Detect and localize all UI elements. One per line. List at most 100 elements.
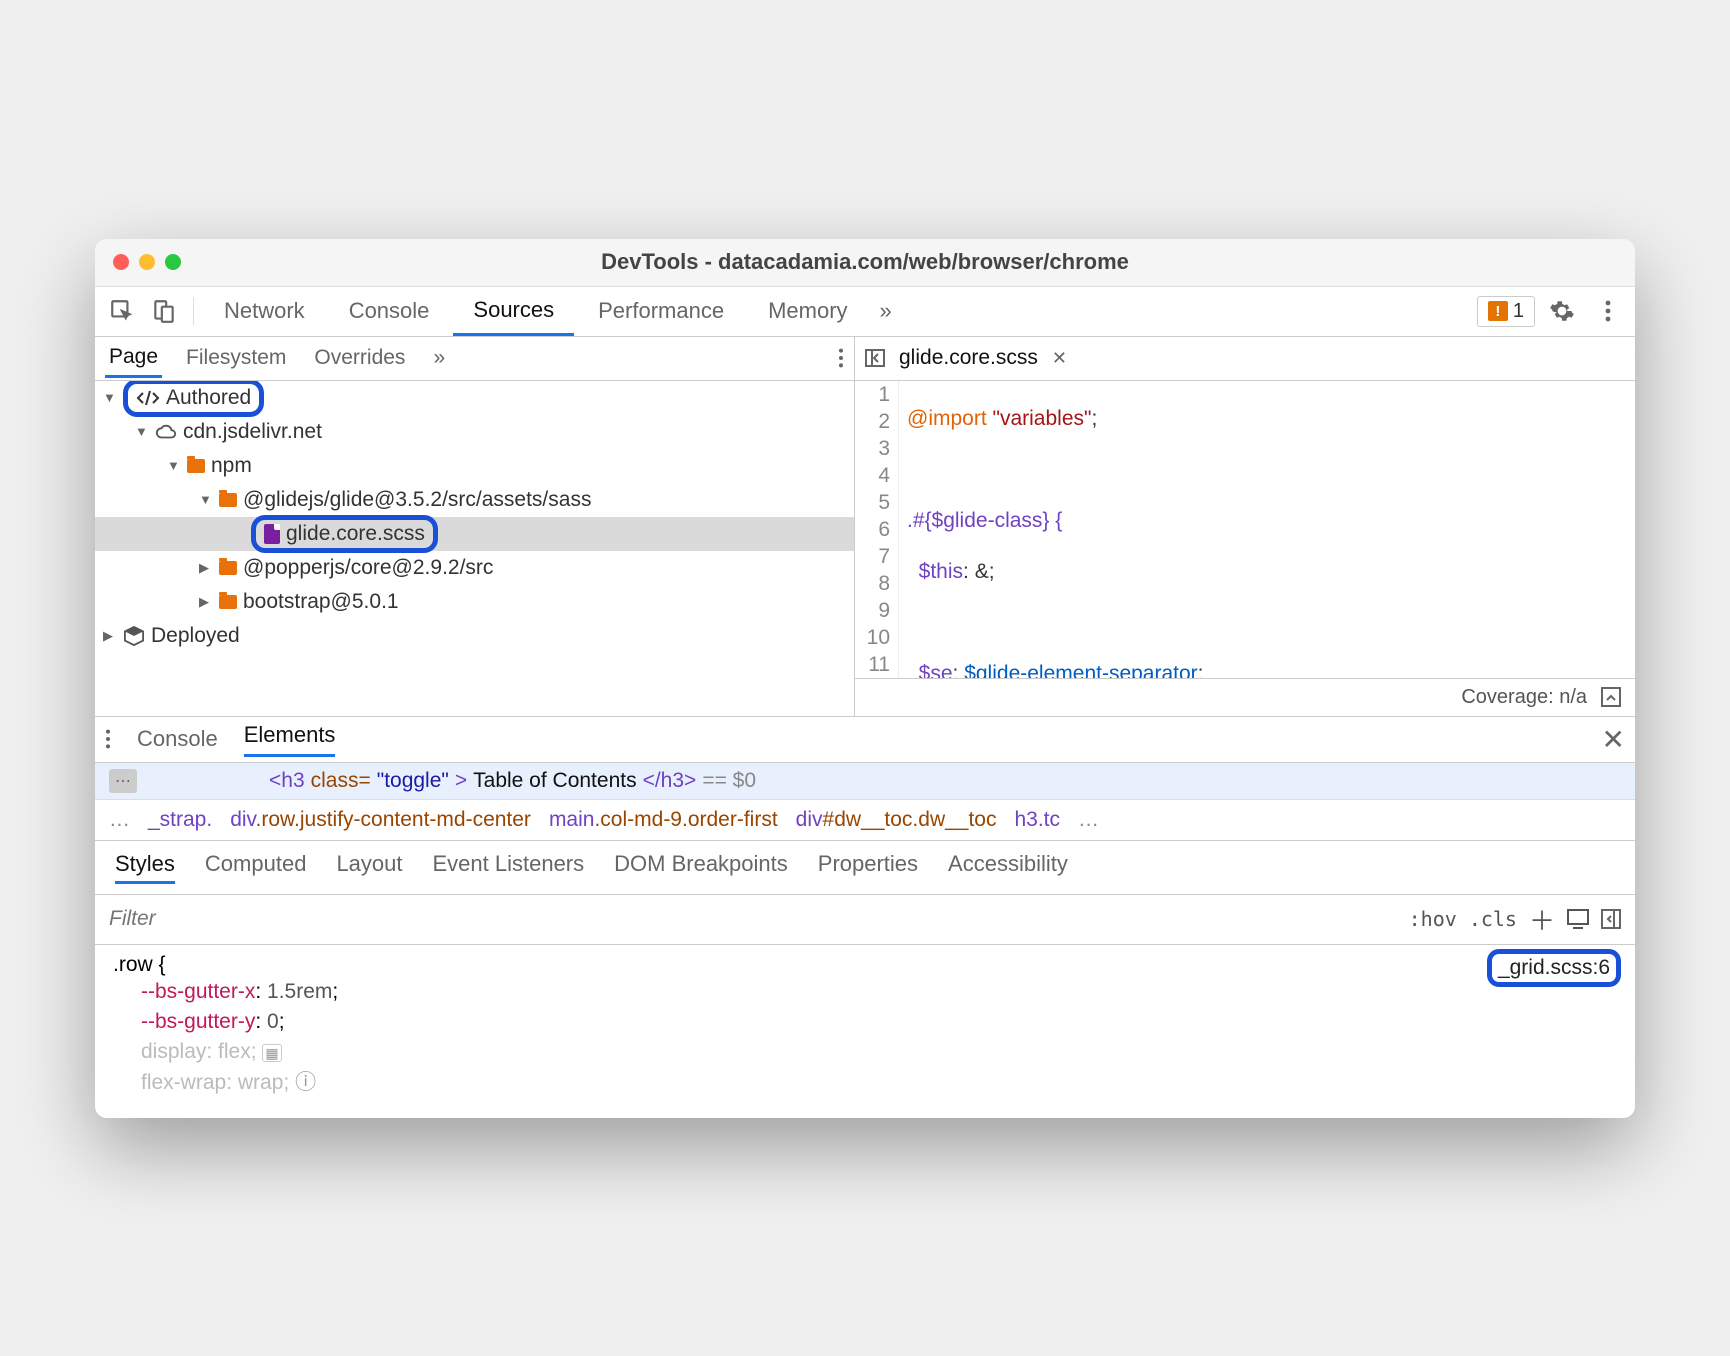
tab-memory[interactable]: Memory — [748, 288, 867, 334]
editor-tabs: glide.core.scss ✕ — [855, 337, 1635, 381]
crumb-main[interactable]: main.col-md-9.order-first — [549, 808, 778, 832]
glidecore-label: glide.core.scss — [286, 522, 425, 546]
authored-label: Authored — [166, 386, 251, 410]
file-tree: ▼ Authored ▼ cdn.jsdelivr.net ▼ npm — [95, 381, 854, 716]
editor-filename[interactable]: glide.core.scss — [899, 346, 1038, 370]
crumb-ellipsis[interactable]: … — [109, 808, 130, 832]
main-toolbar: Network Console Sources Performance Memo… — [95, 287, 1635, 337]
close-drawer-icon[interactable]: ✕ — [1602, 723, 1625, 756]
crumb-toc[interactable]: div#dw__toc.dw__toc — [796, 808, 997, 832]
issues-badge[interactable]: ! 1 — [1477, 296, 1535, 327]
collapsed-ancestors-icon[interactable]: ⋯ — [109, 769, 137, 793]
disclosure-triangle-icon[interactable]: ▼ — [103, 390, 117, 405]
window-title: DevTools - datacadamia.com/web/browser/c… — [95, 249, 1635, 275]
bootstrap-label: bootstrap@5.0.1 — [243, 590, 399, 614]
issues-count: 1 — [1513, 300, 1524, 323]
cube-icon — [123, 626, 145, 646]
minimize-window-button[interactable] — [139, 254, 155, 270]
tabs-overflow[interactable]: » — [872, 288, 900, 334]
tree-deployed[interactable]: ▶ Deployed — [95, 619, 854, 653]
breadcrumb: … _strap. div.row.justify-content-md-cen… — [95, 800, 1635, 841]
nav-tab-filesystem[interactable]: Filesystem — [182, 340, 290, 376]
titlebar: DevTools - datacadamia.com/web/browser/c… — [95, 239, 1635, 287]
styles-filter-row: :hov .cls ＋ — [95, 895, 1635, 945]
crumb-ellipsis-end[interactable]: … — [1078, 808, 1099, 832]
info-icon[interactable]: ⓘ — [295, 1071, 316, 1094]
line-gutter: 1234567891011 — [855, 381, 899, 678]
tab-sources[interactable]: Sources — [453, 287, 574, 336]
disclosure-triangle-icon[interactable]: ▼ — [135, 424, 149, 439]
code-editor[interactable]: 1234567891011 @import "variables"; .#{$g… — [855, 381, 1635, 678]
tree-bootstrap[interactable]: ▶ bootstrap@5.0.1 — [95, 585, 854, 619]
devtools-window: DevTools - datacadamia.com/web/browser/c… — [95, 239, 1635, 1118]
highlight-ring: Authored — [123, 381, 264, 417]
subtab-accessibility[interactable]: Accessibility — [948, 851, 1068, 884]
subtab-event-listeners[interactable]: Event Listeners — [433, 851, 585, 884]
crumb-strap[interactable]: _strap. — [148, 808, 212, 832]
tree-npm[interactable]: ▼ npm — [95, 449, 854, 483]
device-toggle-icon[interactable] — [145, 292, 183, 330]
nav-tabs-overflow[interactable]: » — [429, 340, 449, 376]
crumb-row[interactable]: div.row.justify-content-md-center — [230, 808, 531, 832]
code-content: @import "variables"; .#{$glide-class} { … — [899, 381, 1635, 678]
folder-icon — [219, 561, 237, 575]
subtab-computed[interactable]: Computed — [205, 851, 307, 884]
tree-popper[interactable]: ▶ @popperjs/core@2.9.2/src — [95, 551, 854, 585]
disclosure-triangle-icon[interactable]: ▼ — [167, 458, 181, 473]
navigator-tabs: Page Filesystem Overrides » — [95, 337, 854, 381]
subtab-layout[interactable]: Layout — [336, 851, 402, 884]
close-window-button[interactable] — [113, 254, 129, 270]
nav-tab-page[interactable]: Page — [105, 339, 162, 378]
styles-filter-input[interactable] — [109, 907, 1397, 931]
nav-tab-overrides[interactable]: Overrides — [310, 340, 409, 376]
hov-toggle[interactable]: :hov — [1409, 907, 1457, 931]
close-tab-icon[interactable]: ✕ — [1052, 348, 1067, 369]
show-navigator-icon[interactable] — [865, 349, 885, 367]
folder-icon — [219, 595, 237, 609]
zoom-window-button[interactable] — [165, 254, 181, 270]
new-rule-icon[interactable]: ＋ — [1529, 901, 1555, 938]
styles-subtabs: Styles Computed Layout Event Listeners D… — [95, 841, 1635, 895]
tab-performance[interactable]: Performance — [578, 288, 744, 334]
disclosure-triangle-icon[interactable]: ▶ — [199, 560, 213, 576]
drawer-tab-elements[interactable]: Elements — [244, 722, 336, 757]
toggle-sidebar-icon[interactable] — [1601, 909, 1621, 929]
expand-drawer-icon[interactable] — [1601, 687, 1621, 707]
subtab-properties[interactable]: Properties — [818, 851, 918, 884]
rule-selector: .row { — [113, 953, 1617, 977]
css-rule[interactable]: _grid.scss:6 .row { --bs-gutter-x: 1.5re… — [95, 945, 1635, 1098]
settings-gear-icon[interactable] — [1543, 292, 1581, 330]
popper-label: @popperjs/core@2.9.2/src — [243, 556, 493, 580]
drawer-tab-console[interactable]: Console — [137, 726, 218, 752]
dom-selected-node[interactable]: ⋯ <h3 class="toggle">Table of Contents</… — [95, 763, 1635, 800]
disclosure-triangle-icon[interactable]: ▶ — [199, 594, 213, 610]
navigator-pane: Page Filesystem Overrides » ▼ Authored ▼ — [95, 337, 855, 716]
tab-console[interactable]: Console — [329, 288, 450, 334]
coverage-bar: Coverage: n/a — [855, 678, 1635, 716]
subtab-dom-breakpoints[interactable]: DOM Breakpoints — [614, 851, 788, 884]
kebab-menu-icon[interactable] — [1589, 292, 1627, 330]
source-link[interactable]: _grid.scss:6 — [1487, 949, 1621, 987]
tree-cdn[interactable]: ▼ cdn.jsdelivr.net — [95, 415, 854, 449]
npm-label: npm — [211, 454, 252, 478]
tree-glidecore[interactable]: ▼ glide.core.scss — [95, 517, 854, 551]
drawer-kebab-icon[interactable] — [105, 728, 111, 750]
inspect-icon[interactable] — [103, 292, 141, 330]
code-icon — [136, 389, 160, 407]
cls-toggle[interactable]: .cls — [1469, 907, 1517, 931]
tab-network[interactable]: Network — [204, 288, 325, 334]
disclosure-triangle-icon[interactable]: ▼ — [199, 492, 213, 507]
nav-kebab-icon[interactable] — [838, 347, 844, 369]
cdn-label: cdn.jsdelivr.net — [183, 420, 322, 444]
folder-icon — [187, 459, 205, 473]
crumb-h3[interactable]: h3.tc — [1014, 808, 1060, 832]
drawer-tabs: Console Elements ✕ — [95, 717, 1635, 763]
folder-icon — [219, 493, 237, 507]
disclosure-triangle-icon[interactable]: ▶ — [103, 628, 117, 644]
flex-badge-icon[interactable]: ▦ — [262, 1044, 281, 1062]
tree-authored[interactable]: ▼ Authored — [95, 381, 854, 415]
computed-sidebar-icon[interactable] — [1567, 909, 1589, 929]
subtab-styles[interactable]: Styles — [115, 851, 175, 884]
traffic-lights — [95, 254, 181, 270]
tree-glidejs[interactable]: ▼ @glidejs/glide@3.5.2/src/assets/sass — [95, 483, 854, 517]
